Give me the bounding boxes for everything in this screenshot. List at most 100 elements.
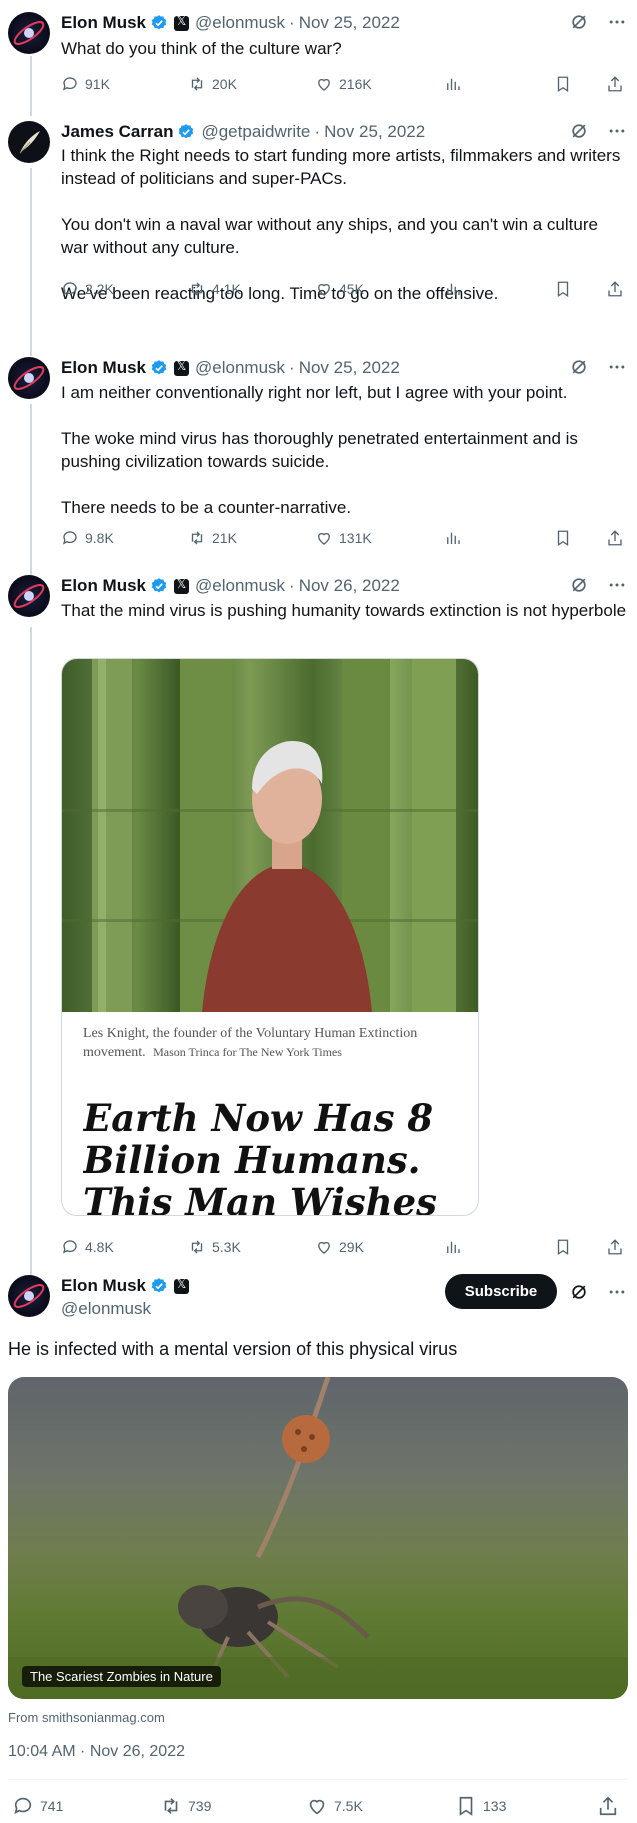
like-icon — [318, 283, 330, 296]
reply-icon — [14, 1797, 32, 1814]
bookmark-button[interactable] — [554, 1238, 572, 1256]
more-icon[interactable] — [607, 575, 627, 595]
like-button[interactable]: 45K — [315, 280, 364, 298]
tweet[interactable]: Elon Musk @elonmusk · Nov 26, 2022 That … — [0, 573, 637, 1258]
retweet-button[interactable]: 739 — [160, 1795, 211, 1817]
retweet-button[interactable]: 20K — [188, 75, 237, 93]
avatar[interactable] — [8, 121, 50, 163]
reply-button[interactable]: 741 — [12, 1795, 63, 1817]
handle[interactable]: @getpaidwrite — [201, 122, 310, 142]
like-count: 216K — [339, 76, 372, 92]
retweet-button[interactable]: 5.3K — [188, 1238, 241, 1256]
tweet-header: Elon Musk — [61, 1275, 190, 1297]
like-count: 7.5K — [334, 1798, 363, 1814]
reply-button[interactable]: 2.2K — [61, 280, 114, 298]
display-name[interactable]: Elon Musk — [61, 1276, 146, 1296]
avatar[interactable] — [8, 1275, 50, 1317]
handle[interactable]: @elonmusk — [195, 358, 285, 378]
share-button[interactable] — [606, 529, 624, 547]
action-bar: 2.2K 4.1K 45K — [61, 280, 627, 300]
retweet-icon — [191, 1240, 203, 1254]
retweet-icon — [191, 531, 203, 545]
like-button[interactable]: 29K — [315, 1238, 364, 1256]
share-icon — [608, 281, 622, 297]
bookmark-count: 133 — [483, 1798, 507, 1814]
tweet-header: James Carran @getpaidwrite · Nov 25, 202… — [61, 121, 425, 143]
retweet-button[interactable]: 4.1K — [188, 280, 241, 298]
reply-count: 4.8K — [85, 1239, 114, 1255]
tweet-top-actions — [569, 1282, 627, 1302]
grok-icon[interactable] — [569, 1282, 589, 1302]
display-name[interactable]: James Carran — [61, 122, 173, 142]
bamboo-photo-art — [62, 659, 478, 1012]
display-name[interactable]: Elon Musk — [61, 358, 146, 378]
share-button[interactable] — [606, 75, 624, 93]
tweet[interactable]: Elon Musk @elonmusk · Nov 25, 2022 What … — [0, 0, 637, 112]
tweet-date[interactable]: Nov 25, 2022 — [324, 122, 425, 142]
main-action-bar: 741 739 7.5K 133 — [12, 1795, 622, 1817]
reply-icon — [62, 77, 77, 91]
tweet-top-actions — [569, 575, 627, 595]
like-button[interactable]: 131K — [315, 529, 372, 547]
like-button[interactable]: 216K — [315, 75, 372, 93]
more-icon[interactable] — [607, 121, 627, 141]
like-count: 131K — [339, 530, 372, 546]
verified-icon — [179, 124, 194, 139]
tweet-text: That the mind virus is pushing humanity … — [61, 601, 627, 620]
article-card[interactable]: Les Knight, the founder of the Voluntary… — [61, 658, 479, 1216]
views-button[interactable] — [444, 75, 462, 93]
tweet[interactable]: Elon Musk @elonmusk · Nov 25, 2022 I am … — [0, 355, 637, 570]
tweet-text: What do you think of the culture war? — [61, 39, 342, 58]
action-bar: 91K 20K 216K — [61, 75, 627, 95]
article-headline: Earth Now Has 8 Billion Humans. This Man… — [83, 1097, 437, 1216]
tweet-header: Elon Musk @elonmusk · Nov 26, 2022 — [61, 575, 400, 597]
tweet[interactable]: James Carran @getpaidwrite · Nov 25, 202… — [0, 118, 637, 348]
caption-credit: Mason Trinca for The New York Times — [153, 1045, 342, 1059]
reply-button[interactable]: 9.8K — [61, 529, 114, 547]
reply-button[interactable]: 91K — [61, 75, 110, 93]
handle[interactable]: @elonmusk — [61, 1299, 151, 1319]
tweet-date[interactable]: Nov 26, 2022 — [299, 576, 400, 596]
tweet-text: I am neither conventionally right nor le… — [61, 383, 578, 517]
views-button[interactable] — [444, 280, 462, 298]
separator: · — [289, 576, 295, 595]
tweet-timestamp[interactable]: 10:04 AM · Nov 26, 2022 — [8, 1743, 185, 1761]
grok-icon[interactable] — [569, 12, 589, 32]
avatar[interactable] — [8, 357, 50, 399]
bookmark-icon — [557, 530, 569, 547]
share-button[interactable] — [597, 1795, 619, 1817]
verified-icon — [151, 578, 167, 593]
like-button[interactable]: 7.5K — [306, 1795, 363, 1817]
link-card-image[interactable]: The Scariest Zombies in Nature — [8, 1377, 628, 1699]
bookmark-button[interactable] — [554, 529, 572, 547]
reply-button[interactable]: 4.8K — [61, 1238, 114, 1256]
views-button[interactable] — [444, 1238, 462, 1256]
views-button[interactable] — [444, 529, 462, 547]
more-icon[interactable] — [607, 357, 627, 377]
reply-icon — [62, 1240, 77, 1254]
bookmark-icon — [459, 1796, 473, 1816]
bookmark-button[interactable] — [554, 75, 572, 93]
main-tweet: Elon Musk @elonmusk Subscribe He is infe… — [0, 1272, 637, 1823]
retweet-button[interactable]: 21K — [188, 529, 237, 547]
share-button[interactable] — [606, 280, 624, 298]
avatar[interactable] — [8, 575, 50, 617]
display-name[interactable]: Elon Musk — [61, 576, 146, 596]
grok-icon[interactable] — [569, 357, 589, 377]
display-name[interactable]: Elon Musk — [61, 13, 146, 33]
bookmark-button[interactable] — [554, 280, 572, 298]
handle[interactable]: @elonmusk — [195, 13, 285, 33]
link-source[interactable]: From smithsonianmag.com — [8, 1710, 165, 1725]
subscribe-button[interactable]: Subscribe — [445, 1274, 557, 1309]
handle[interactable]: @elonmusk — [195, 576, 285, 596]
bookmark-button[interactable]: 133 — [455, 1795, 506, 1817]
tweet-date[interactable]: Nov 25, 2022 — [299, 13, 400, 33]
more-icon[interactable] — [607, 12, 627, 32]
grok-icon[interactable] — [569, 575, 589, 595]
grok-icon[interactable] — [569, 121, 589, 141]
avatar[interactable] — [8, 12, 50, 54]
share-button[interactable] — [606, 1238, 624, 1256]
more-icon[interactable] — [607, 1282, 627, 1302]
article-caption: Les Knight, the founder of the Voluntary… — [83, 1025, 463, 1062]
tweet-date[interactable]: Nov 25, 2022 — [299, 358, 400, 378]
